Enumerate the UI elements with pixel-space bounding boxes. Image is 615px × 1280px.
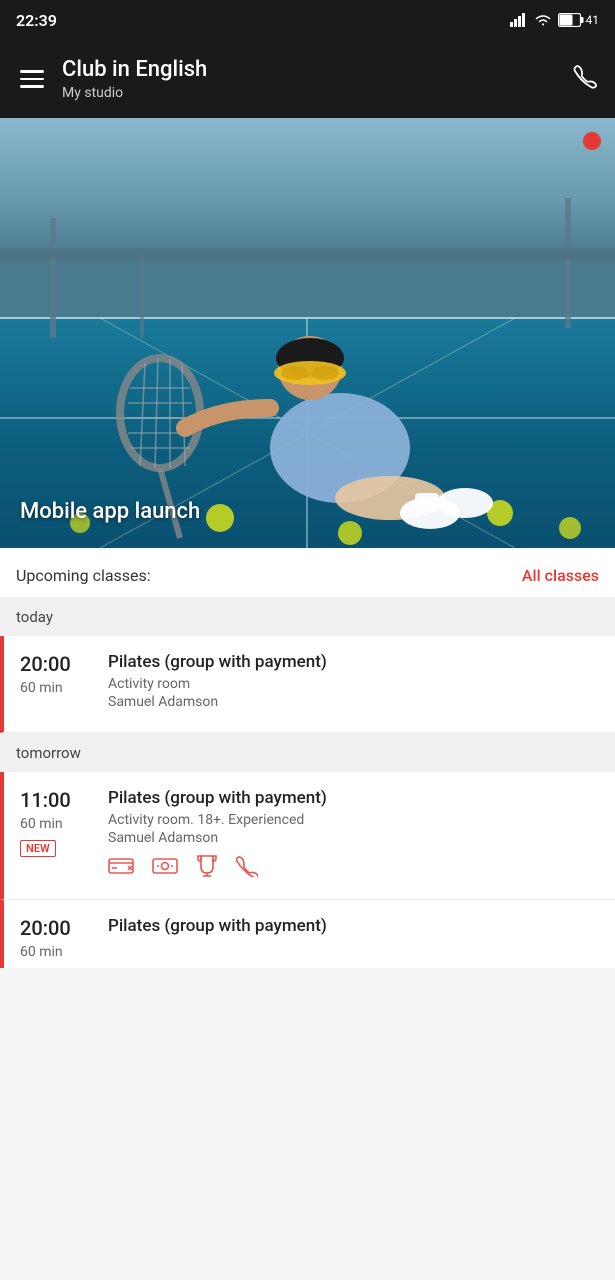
class-name-3: Pilates (group with payment)	[108, 916, 599, 936]
class-info-2: Pilates (group with payment) Activity ro…	[100, 788, 599, 883]
class-name: Pilates (group with payment)	[108, 652, 599, 672]
class-actions	[108, 854, 599, 883]
class-item-tomorrow-2[interactable]: 20:00 60 min Pilates (group with payment…	[0, 900, 615, 968]
class-time-block-2: 11:00 60 min NEW	[20, 788, 100, 883]
class-duration: 60 min	[20, 680, 100, 696]
class-instructor: Samuel Adamson	[108, 694, 599, 710]
battery-icon: 41	[558, 13, 600, 27]
class-duration-2: 60 min	[20, 816, 100, 832]
day-label-today: today	[16, 608, 53, 626]
app-title: Club in English	[62, 57, 207, 83]
class-time-3: 20:00	[20, 916, 100, 940]
hamburger-line-2	[20, 78, 44, 81]
top-bar-title-block: Club in English My studio	[62, 57, 207, 101]
status-bar: 22:39 41	[0, 0, 615, 40]
class-time-block-3: 20:00 60 min	[20, 916, 100, 960]
menu-button[interactable]	[16, 66, 48, 92]
notification-badge[interactable]	[583, 132, 601, 150]
phone-call-icon[interactable]	[236, 855, 258, 882]
hamburger-line-3	[20, 85, 44, 88]
day-label-tomorrow: tomorrow	[16, 744, 81, 762]
hero-caption: Mobile app launch	[20, 499, 200, 524]
class-duration-3: 60 min	[20, 944, 100, 960]
class-instructor-2: Samuel Adamson	[108, 830, 599, 846]
class-name-2: Pilates (group with payment)	[108, 788, 599, 808]
card-payment-icon[interactable]	[108, 856, 134, 881]
cash-icon[interactable]	[152, 856, 178, 881]
signal-icon	[510, 13, 528, 27]
class-room: Activity room	[108, 676, 599, 692]
class-item-tomorrow-1[interactable]: 11:00 60 min NEW Pilates (group with pay…	[0, 772, 615, 900]
day-section-tomorrow: tomorrow	[0, 733, 615, 772]
call-button[interactable]	[573, 63, 599, 95]
hero-banner: Mobile app launch	[0, 118, 615, 548]
top-bar-left: Club in English My studio	[16, 57, 207, 101]
class-info-3: Pilates (group with payment)	[100, 916, 599, 960]
new-badge: NEW	[20, 840, 56, 857]
content-area: Upcoming classes: All classes today 20:0…	[0, 548, 615, 968]
status-icons: 41	[510, 13, 600, 27]
upcoming-classes-label: Upcoming classes:	[16, 566, 151, 585]
trophy-icon[interactable]	[196, 854, 218, 883]
classes-header: Upcoming classes: All classes	[0, 548, 615, 597]
class-time-2: 11:00	[20, 788, 100, 812]
hero-background	[0, 118, 615, 548]
all-classes-link[interactable]: All classes	[522, 566, 599, 585]
app-subtitle: My studio	[62, 85, 207, 101]
status-time: 22:39	[16, 11, 57, 30]
class-time-block: 20:00 60 min	[20, 652, 100, 716]
class-info: Pilates (group with payment) Activity ro…	[100, 652, 599, 716]
day-section-today: today	[0, 597, 615, 636]
wifi-icon	[534, 13, 552, 27]
class-time: 20:00	[20, 652, 100, 676]
class-item-today-1[interactable]: 20:00 60 min Pilates (group with payment…	[0, 636, 615, 733]
top-bar: Club in English My studio	[0, 40, 615, 118]
hamburger-line-1	[20, 70, 44, 73]
class-room-2: Activity room. 18+. Experienced	[108, 812, 599, 828]
